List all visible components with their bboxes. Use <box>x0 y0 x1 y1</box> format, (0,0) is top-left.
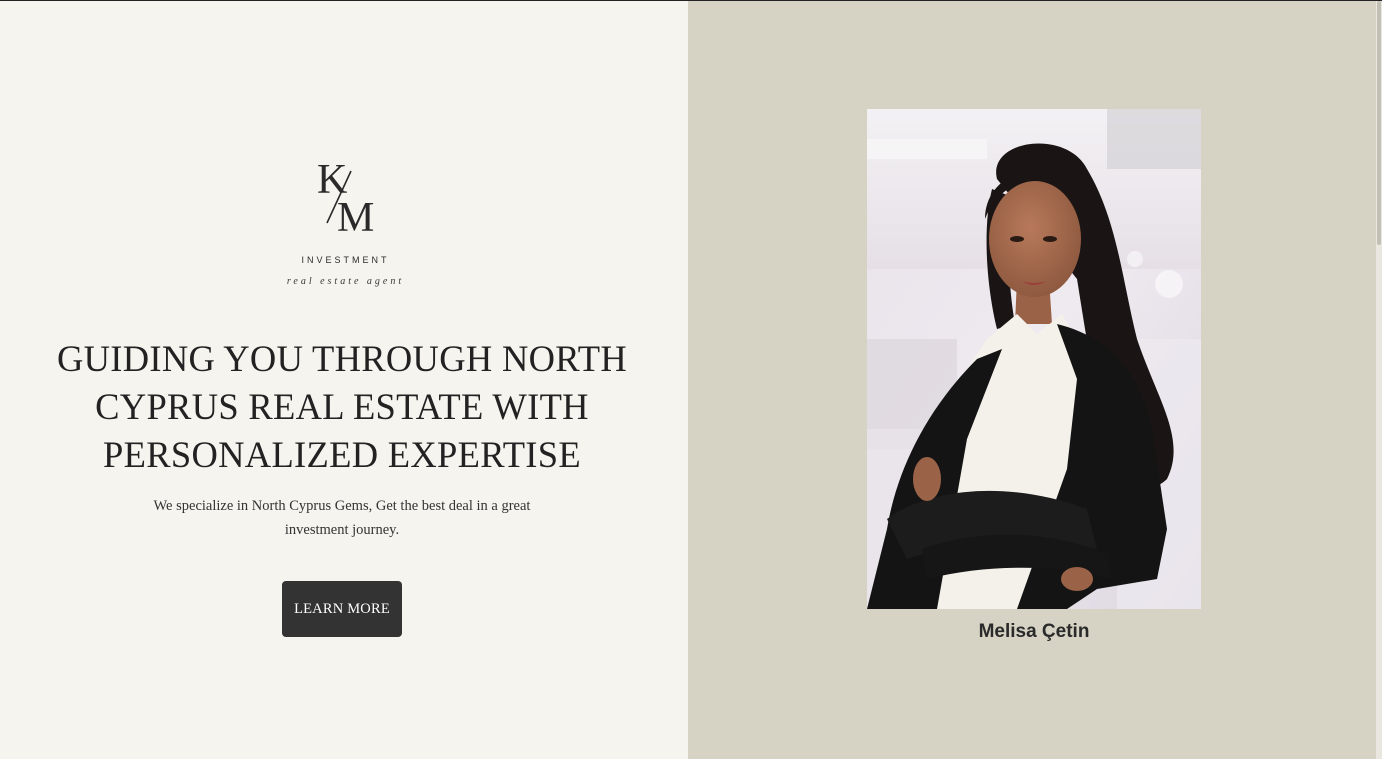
logo-wordmark: INVESTMENT <box>301 255 390 265</box>
page: K M INVESTMENT real estate agent GUIDING… <box>0 1 1382 759</box>
hero-headline: GUIDING YOU THROUGH NORTH CYPRUS REAL ES… <box>56 338 627 475</box>
logo-tagline: real estate agent <box>286 276 405 287</box>
agent-portrait-image <box>867 109 1201 609</box>
monogram-right-letter: M <box>337 195 374 241</box>
scrollbar-thumb[interactable] <box>1377 1 1381 245</box>
learn-more-button[interactable]: LEARN MORE <box>282 581 402 637</box>
agent-photo <box>867 109 1201 609</box>
hero-subtext: We specialize in North Cyprus Gems, Get … <box>153 498 531 538</box>
page-scrollbar[interactable] <box>1376 1 1382 759</box>
hero-left-panel: K M INVESTMENT real estate agent GUIDING… <box>0 1 688 759</box>
hero-right-panel: Melisa Çetin <box>688 1 1382 759</box>
monogram-logo-icon: K M <box>317 157 374 241</box>
agent-name: Melisa Çetin <box>978 621 1090 642</box>
brand-logo[interactable]: K M INVESTMENT real estate agent <box>0 151 688 287</box>
